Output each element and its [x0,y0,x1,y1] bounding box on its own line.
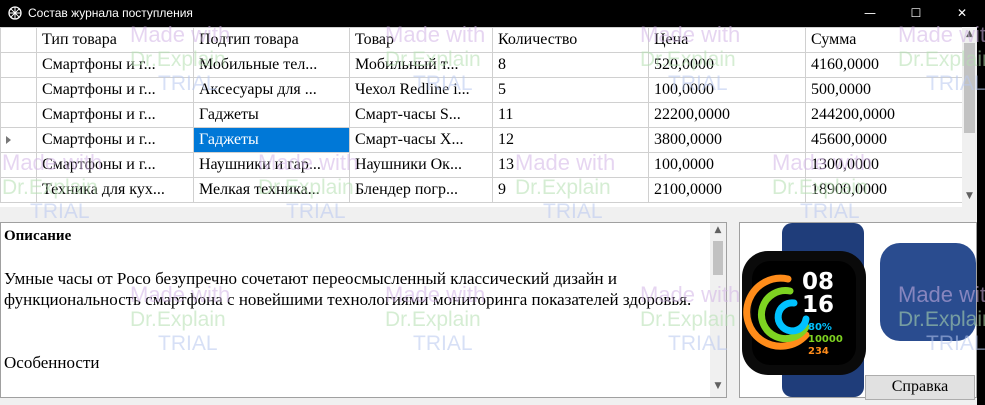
watch-minutes: 16 [802,292,834,318]
grid-scrollbar[interactable]: ▲ ▼ [962,27,977,207]
row-indicator-icon [6,136,11,144]
row-header[interactable] [0,52,37,78]
minimize-icon[interactable]: — [847,0,893,27]
cell-type[interactable]: Смартфоны и г... [36,102,194,128]
cell-product[interactable]: Смарт-часы X... [349,127,493,153]
maximize-icon[interactable]: ☐ [893,0,939,27]
cell-price[interactable]: 22200,0000 [648,102,806,128]
scroll-up-icon[interactable]: ▲ [964,29,975,39]
column-header-quantity[interactable]: Количество [492,27,649,53]
description-scrollbar[interactable]: ▲ ▼ [710,223,726,397]
scroll-down-icon[interactable]: ▼ [964,191,975,201]
app-icon [8,6,22,20]
cell-sum[interactable]: 244200,0000 [805,102,976,128]
cell-type[interactable]: Смартфоны и г... [36,127,194,153]
cell-subtype[interactable]: Наушники и гар... [193,152,350,178]
cell-sum[interactable]: 1300,0000 [805,152,976,178]
cell-quantity[interactable]: 8 [492,52,649,78]
table-row[interactable]: Смартфоны и г... Наушники и гар... Наушн… [0,152,976,178]
cell-product[interactable]: Наушники Ок... [349,152,493,178]
close-icon[interactable]: ✕ [939,0,985,27]
table-row-selected[interactable]: Смартфоны и г... Гаджеты Смарт-часы X...… [0,127,976,153]
row-header[interactable] [0,77,37,103]
cell-subtype[interactable]: Мелкая техника... [193,177,350,203]
description-textbox[interactable]: Описание Умные часы от Poco безупречно с… [0,222,727,398]
watch-calories: 234 [808,346,829,357]
cell-quantity[interactable]: 12 [492,127,649,153]
row-header[interactable] [0,177,37,203]
scroll-down-icon[interactable]: ▼ [710,381,726,391]
cell-product[interactable]: Блендер погр... [349,177,493,203]
table-row[interactable]: Техника для кух... Мелкая техника... Бле… [0,177,976,203]
cell-subtype[interactable]: Мобильные тел... [193,52,350,78]
product-image: 08 16 80% 10000 234 [739,222,977,398]
cell-price[interactable]: 520,0000 [648,52,806,78]
table-row[interactable]: Смартфоны и г... Аксесуары для ... Чехол… [0,77,976,103]
cell-product[interactable]: Смарт-часы S... [349,102,493,128]
watch-steps: 10000 [808,334,843,345]
description-heading: Описание [4,228,72,244]
cell-subtype-selected[interactable]: Гаджеты [193,127,350,153]
cell-price[interactable]: 2100,0000 [648,177,806,203]
cell-product[interactable]: Мобильный т... [349,52,493,78]
window-title: Состав журнала поступления [28,6,193,20]
cell-price[interactable]: 3800,0000 [648,127,806,153]
cell-quantity[interactable]: 5 [492,77,649,103]
row-header-current[interactable] [0,127,37,153]
cell-price[interactable]: 100,0000 [648,77,806,103]
description-text: Умные часы от Poco безупречно сочетают п… [4,269,692,309]
grid-scroll-thumb[interactable] [964,43,975,133]
features-label: Особенности [4,353,100,372]
column-header-price[interactable]: Цена [648,27,806,53]
title-bar: Состав журнала поступления — ☐ ✕ [0,0,985,27]
watch-percent: 80% [808,322,832,333]
table-row[interactable]: Смартфоны и г... Мобильные тел... Мобиль… [0,52,976,78]
column-header-type[interactable]: Тип товара [36,27,194,53]
table-row[interactable]: Смартфоны и г... Гаджеты Смарт-часы S...… [0,102,976,128]
cell-type[interactable]: Смартфоны и г... [36,77,194,103]
cell-type[interactable]: Смартфоны и г... [36,152,194,178]
window-border [977,27,985,405]
cell-subtype[interactable]: Аксесуары для ... [193,77,350,103]
cell-sum[interactable]: 18900,0000 [805,177,976,203]
description-scroll-thumb[interactable] [713,241,723,275]
help-button[interactable]: Справка [865,375,975,400]
cell-sum[interactable]: 4160,0000 [805,52,976,78]
journal-grid[interactable]: Тип товара Подтип товара Товар Количеств… [0,27,977,207]
cell-quantity[interactable]: 11 [492,102,649,128]
scroll-up-icon[interactable]: ▲ [710,225,726,235]
cell-sum[interactable]: 500,0000 [805,77,976,103]
cell-quantity[interactable]: 13 [492,152,649,178]
grid-header-row: Тип товара Подтип товара Товар Количеств… [0,27,976,53]
cell-sum[interactable]: 45600,0000 [805,127,976,153]
cell-product[interactable]: Чехол Redline i... [349,77,493,103]
cell-type[interactable]: Техника для кух... [36,177,194,203]
row-header[interactable] [0,152,37,178]
row-header[interactable] [0,102,37,128]
cell-type[interactable]: Смартфоны и г... [36,52,194,78]
column-header-sum[interactable]: Сумма [805,27,976,53]
cell-quantity[interactable]: 9 [492,177,649,203]
row-header-corner [0,27,37,53]
smartwatch-image: 08 16 80% 10000 234 [742,223,976,397]
column-header-product[interactable]: Товар [349,27,493,53]
column-header-subtype[interactable]: Подтип товара [193,27,350,53]
cell-subtype[interactable]: Гаджеты [193,102,350,128]
cell-price[interactable]: 100,0000 [648,152,806,178]
